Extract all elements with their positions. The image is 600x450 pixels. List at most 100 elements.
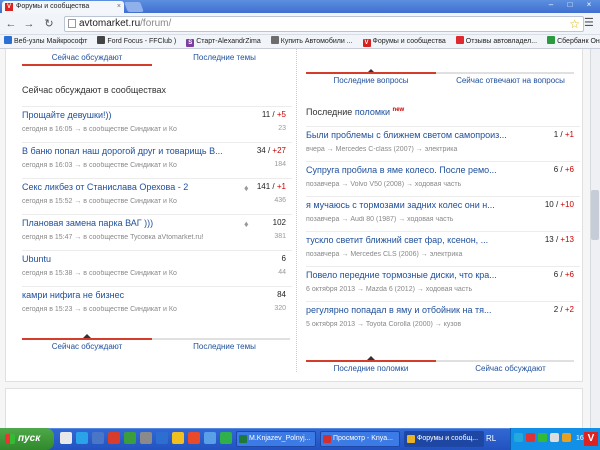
comments-total: 141 xyxy=(256,182,271,191)
app3-quicklaunch-icon[interactable] xyxy=(156,432,168,444)
answers-new: +10 xyxy=(560,200,574,209)
address-bar[interactable]: avtomarket.ru/forum/ xyxy=(64,16,584,32)
comment-count: 6 xyxy=(246,254,286,263)
discussion-title[interactable]: Прощайте девушки!)) xyxy=(22,110,222,120)
bookmark-favicon-icon xyxy=(455,36,464,44)
right-title-link[interactable]: поломки xyxy=(355,107,390,117)
discussion-meta: сегодня в 16:03 → в сообществе Синдикат … xyxy=(22,162,177,169)
close-window-button[interactable]: × xyxy=(580,0,598,11)
breakdown-row: Повело передние тормозные диски, что кра… xyxy=(306,266,580,301)
discussion-title[interactable]: Плановая замена парка ВАГ ))) xyxy=(22,218,222,228)
app6-quicklaunch-icon[interactable] xyxy=(220,432,232,444)
chrome-quicklaunch-icon[interactable] xyxy=(188,432,200,444)
update-tray-icon[interactable] xyxy=(538,433,547,442)
opera-quicklaunch-icon[interactable] xyxy=(108,432,120,444)
right-bottom-tabs: Последние поломки Сейчас обсуждают xyxy=(306,362,580,376)
answers-total: 13 xyxy=(544,235,554,244)
bookmark-item[interactable]: Купить Автомобили ... xyxy=(270,35,353,48)
app2-quicklaunch-icon[interactable] xyxy=(140,432,152,444)
bookmark-star-icon[interactable]: ☆ xyxy=(569,16,580,32)
new-tab-button[interactable] xyxy=(124,2,144,12)
breakdown-title[interactable]: Повело передние тормозные диски, что кра… xyxy=(306,270,526,280)
comment-count: 11 / +5 xyxy=(261,110,286,119)
discussion-row: Плановая замена парка ВАГ ))) сегодня в … xyxy=(22,214,292,250)
comment-count: 102 xyxy=(246,218,286,227)
breakdown-title[interactable]: тускло светит ближний свет фар, ксенон, … xyxy=(306,235,526,245)
taskbar-button[interactable]: M.Knjazev_Polnyj... xyxy=(236,431,316,447)
answer-count: 2 / +2 xyxy=(553,305,574,314)
breakdown-meta: позавчера → Audi 80 (1987) → ходовая час… xyxy=(306,216,454,223)
discussion-row: камри нифига не бизнес сегодня в 15:23 →… xyxy=(22,286,292,322)
minimize-button[interactable]: – xyxy=(542,0,560,11)
tab-close-icon[interactable]: × xyxy=(117,1,121,13)
breakdown-title[interactable]: Супруга пробила в яме колесо. После ремо… xyxy=(306,165,526,175)
site-tray-icon[interactable]: V xyxy=(584,432,598,446)
bottom-tab-latest-breakdowns[interactable]: Последние поломки xyxy=(306,362,436,376)
breakdown-row: Были проблемы с ближнем светом самопроиз… xyxy=(306,126,580,161)
app5-quicklaunch-icon[interactable] xyxy=(204,432,216,444)
right-top-tabs: Последние вопросы Сейчас отвечают на воп… xyxy=(306,74,580,88)
tab-latest-topics[interactable]: Последние темы xyxy=(157,51,292,65)
column-divider xyxy=(296,49,297,372)
antivirus-tray-icon[interactable] xyxy=(526,433,535,442)
maximize-button[interactable]: □ xyxy=(561,0,579,11)
discussion-title[interactable]: В баню попал наш дорогой друг и товарищь… xyxy=(22,146,222,156)
folder-quicklaunch-icon[interactable] xyxy=(92,432,104,444)
right-section-title: Последние поломки new xyxy=(306,107,404,117)
answers-new: +13 xyxy=(560,235,574,244)
discussion-title[interactable]: камри нифига не бизнес xyxy=(22,290,222,300)
bookmark-item[interactable]: Ford Focus - FFClub ) xyxy=(97,35,176,48)
language-indicator[interactable]: RL xyxy=(486,428,496,450)
app-quicklaunch-icon[interactable] xyxy=(124,432,136,444)
bookmark-item[interactable]: S Старт-AlexandrZima xyxy=(186,35,261,48)
bottom-tab-discussed-now[interactable]: Сейчас обсуждают xyxy=(441,362,580,376)
scrollbar-thumb[interactable] xyxy=(591,190,599,240)
discussion-meta: сегодня в 15:47 → в сообществе Тусовка a… xyxy=(22,234,204,241)
bookmark-favicon-icon: V xyxy=(362,39,371,47)
breakdown-title[interactable]: Были проблемы с ближнем светом самопроиз… xyxy=(306,130,526,140)
bookmark-item[interactable]: Сбербанк ОнЛ@йн xyxy=(547,35,600,48)
breakdown-row: Супруга пробила в яме колесо. После ремо… xyxy=(306,161,580,196)
network-tray-icon[interactable] xyxy=(514,433,523,442)
show-desktop-icon[interactable] xyxy=(60,432,72,444)
tab-answering-now[interactable]: Сейчас отвечают на вопросы xyxy=(441,74,580,88)
answers-new: +6 xyxy=(564,165,574,174)
tab-now-discussed[interactable]: Сейчас обсуждают xyxy=(22,51,152,65)
wrench-menu-icon[interactable]: ☰ xyxy=(584,17,596,29)
right-title-prefix: Последние xyxy=(306,107,353,117)
comments-total: 84 xyxy=(277,290,286,299)
app-tray-icon[interactable] xyxy=(562,433,571,442)
tab-latest-questions[interactable]: Последние вопросы xyxy=(306,74,436,88)
bookmark-item[interactable]: Веб-узлы Майкрософт xyxy=(4,35,88,48)
answer-count: 13 / +13 xyxy=(544,235,574,244)
discussion-title[interactable]: Секс ликбез от Станислава Орехова - 2 xyxy=(22,182,222,192)
task-label: M.Knjazev_Polnyj... xyxy=(249,435,311,442)
next-panel xyxy=(5,388,583,428)
answers-total: 1 xyxy=(553,130,559,139)
bottom-tab-latest-topics[interactable]: Последние темы xyxy=(157,340,292,354)
back-arrow-icon[interactable]: ← xyxy=(4,17,18,31)
answer-count: 6 / +6 xyxy=(553,270,574,279)
volume-tray-icon[interactable] xyxy=(550,433,559,442)
bookmark-favicon-icon: S xyxy=(186,39,195,47)
comments-new: +27 xyxy=(272,146,286,155)
bookmark-label: Веб-узлы Майкрософт xyxy=(14,38,88,45)
bottom-tab-now-discussed[interactable]: Сейчас обсуждают xyxy=(22,340,152,354)
browser-tab[interactable]: V Форумы и сообщества × xyxy=(2,1,124,13)
bookmark-item[interactable]: Отзывы автовладел... xyxy=(455,35,537,48)
app4-quicklaunch-icon[interactable] xyxy=(172,432,184,444)
breakdown-title[interactable]: регулярно попадал в яму и отбойник на тя… xyxy=(306,305,526,315)
taskbar-button[interactable]: Просмотр - Knya... xyxy=(320,431,400,447)
view-count: 381 xyxy=(274,233,286,240)
breakdown-title[interactable]: я мучаюсь с тормозами задних колес они н… xyxy=(306,200,526,210)
bookmark-item[interactable]: V Форумы и сообщества xyxy=(362,35,446,48)
forward-arrow-icon[interactable]: → xyxy=(22,17,36,31)
discussion-title[interactable]: Ubuntu xyxy=(22,254,222,264)
start-button[interactable]: пуск xyxy=(0,428,54,450)
comments-total: 11 xyxy=(261,110,271,119)
ie-quicklaunch-icon[interactable] xyxy=(76,432,88,444)
comments-total: 102 xyxy=(272,218,286,227)
reload-icon[interactable]: ↻ xyxy=(42,17,56,31)
breakdown-meta: позавчера → Mercedes CLS (2006) → электр… xyxy=(306,251,463,258)
taskbar-button[interactable]: Форумы и сообщ... xyxy=(404,431,484,447)
